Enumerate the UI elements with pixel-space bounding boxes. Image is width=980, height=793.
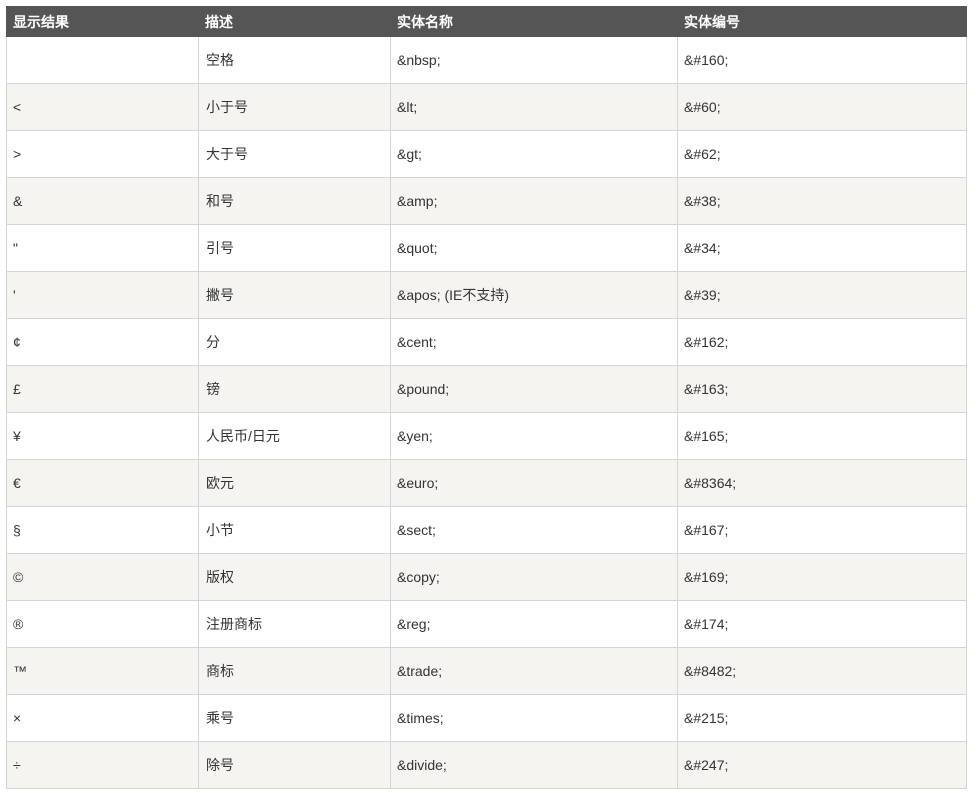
entity-table-container: 显示结果 描述 实体名称 实体编号 空格 &nbsp; &#160; < 小于号… [6, 6, 967, 789]
cell-description: 欧元 [198, 459, 391, 507]
cell-entity-name: &yen; [390, 412, 678, 460]
cell-result: € [6, 459, 199, 507]
cell-entity-number: &#174; [677, 600, 967, 648]
cell-result: × [6, 694, 199, 742]
cell-description: 注册商标 [198, 600, 391, 648]
cell-entity-number: &#215; [677, 694, 967, 742]
table-row: § 小节 &sect; &#167; [6, 506, 967, 554]
header-description: 描述 [198, 6, 391, 37]
cell-entity-number: &#247; [677, 741, 967, 789]
cell-result: ™ [6, 647, 199, 695]
cell-entity-name: &apos; (IE不支持) [390, 271, 678, 319]
cell-entity-name: &trade; [390, 647, 678, 695]
cell-result: " [6, 224, 199, 272]
cell-result: ÷ [6, 741, 199, 789]
cell-entity-name: &quot; [390, 224, 678, 272]
cell-entity-number: &#8364; [677, 459, 967, 507]
cell-entity-number: &#38; [677, 177, 967, 225]
cell-description: 小于号 [198, 83, 391, 131]
cell-entity-number: &#60; [677, 83, 967, 131]
cell-entity-number: &#165; [677, 412, 967, 460]
cell-entity-name: &amp; [390, 177, 678, 225]
cell-entity-number: &#8482; [677, 647, 967, 695]
header-entity-number: 实体编号 [677, 6, 967, 37]
table-row: ' 撇号 &apos; (IE不支持) &#39; [6, 271, 967, 319]
cell-description: 撇号 [198, 271, 391, 319]
cell-entity-number: &#169; [677, 553, 967, 601]
cell-result: < [6, 83, 199, 131]
cell-description: 和号 [198, 177, 391, 225]
cell-entity-name: &reg; [390, 600, 678, 648]
cell-result: & [6, 177, 199, 225]
table-row: £ 镑 &pound; &#163; [6, 365, 967, 413]
table-row: ™ 商标 &trade; &#8482; [6, 647, 967, 695]
cell-description: 版权 [198, 553, 391, 601]
cell-entity-number: &#163; [677, 365, 967, 413]
table-row: ® 注册商标 &reg; &#174; [6, 600, 967, 648]
table-row: ¥ 人民币/日元 &yen; &#165; [6, 412, 967, 460]
cell-entity-number: &#34; [677, 224, 967, 272]
cell-entity-number: &#62; [677, 130, 967, 178]
html-entity-table: 显示结果 描述 实体名称 实体编号 空格 &nbsp; &#160; < 小于号… [6, 6, 967, 789]
table-row: ¢ 分 &cent; &#162; [6, 318, 967, 366]
cell-entity-name: &lt; [390, 83, 678, 131]
cell-entity-name: &nbsp; [390, 36, 678, 84]
cell-description: 镑 [198, 365, 391, 413]
cell-entity-name: &divide; [390, 741, 678, 789]
cell-entity-name: &pound; [390, 365, 678, 413]
table-row: 空格 &nbsp; &#160; [6, 36, 967, 84]
table-row: ÷ 除号 &divide; &#247; [6, 741, 967, 789]
cell-description: 商标 [198, 647, 391, 695]
cell-result: £ [6, 365, 199, 413]
cell-entity-number: &#162; [677, 318, 967, 366]
cell-description: 空格 [198, 36, 391, 84]
cell-result: ¥ [6, 412, 199, 460]
cell-entity-number: &#39; [677, 271, 967, 319]
cell-description: 除号 [198, 741, 391, 789]
cell-entity-name: &copy; [390, 553, 678, 601]
cell-result: § [6, 506, 199, 554]
table-row: " 引号 &quot; &#34; [6, 224, 967, 272]
cell-description: 分 [198, 318, 391, 366]
table-row: & 和号 &amp; &#38; [6, 177, 967, 225]
cell-description: 引号 [198, 224, 391, 272]
table-row: © 版权 &copy; &#169; [6, 553, 967, 601]
cell-description: 大于号 [198, 130, 391, 178]
cell-entity-name: &gt; [390, 130, 678, 178]
cell-entity-number: &#167; [677, 506, 967, 554]
table-row: × 乘号 &times; &#215; [6, 694, 967, 742]
header-display-result: 显示结果 [6, 6, 199, 37]
cell-entity-number: &#160; [677, 36, 967, 84]
cell-result [6, 36, 199, 84]
cell-result: ® [6, 600, 199, 648]
cell-result: © [6, 553, 199, 601]
cell-entity-name: &times; [390, 694, 678, 742]
table-row: € 欧元 &euro; &#8364; [6, 459, 967, 507]
cell-description: 小节 [198, 506, 391, 554]
table-row: < 小于号 &lt; &#60; [6, 83, 967, 131]
cell-entity-name: &cent; [390, 318, 678, 366]
cell-entity-name: &euro; [390, 459, 678, 507]
table-row: > 大于号 &gt; &#62; [6, 130, 967, 178]
cell-description: 人民币/日元 [198, 412, 391, 460]
table-body: 空格 &nbsp; &#160; < 小于号 &lt; &#60; > 大于号 … [6, 36, 967, 789]
cell-result: ¢ [6, 318, 199, 366]
header-entity-name: 实体名称 [390, 6, 678, 37]
cell-result: > [6, 130, 199, 178]
header-row: 显示结果 描述 实体名称 实体编号 [6, 6, 967, 37]
cell-entity-name: &sect; [390, 506, 678, 554]
cell-result: ' [6, 271, 199, 319]
table-header: 显示结果 描述 实体名称 实体编号 [6, 6, 967, 37]
cell-description: 乘号 [198, 694, 391, 742]
